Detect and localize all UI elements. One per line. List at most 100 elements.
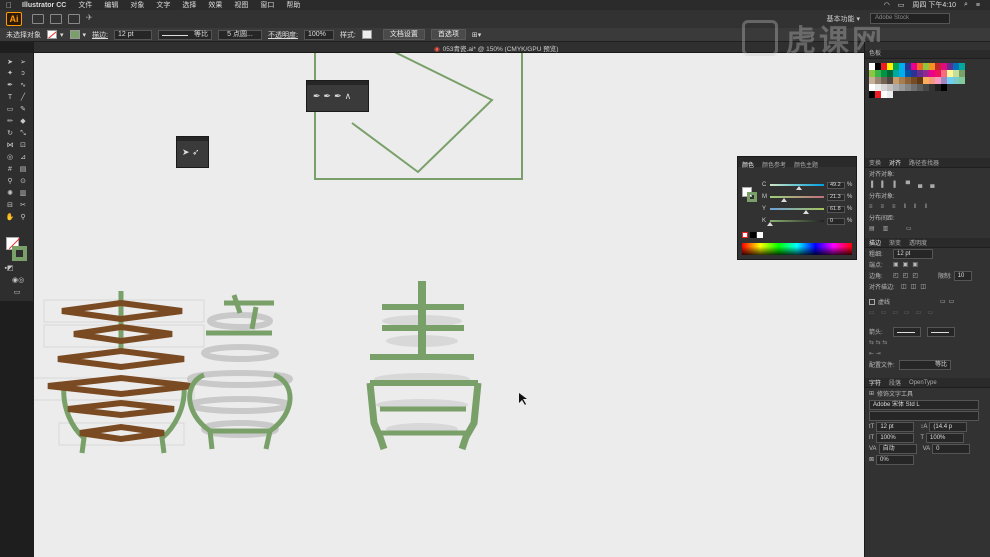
slider-yellow[interactable]: Y 61.8% <box>762 205 854 214</box>
drawing-mode-icon[interactable]: ◉◎ <box>12 277 24 285</box>
stroke-swatch[interactable] <box>69 30 80 39</box>
white-color-icon[interactable] <box>757 232 763 238</box>
artboard-canvas[interactable] <box>34 53 864 557</box>
distribute-objects-buttons[interactable]: ≡≡≡‖‖‖ <box>865 201 990 212</box>
limit-field[interactable]: 10 <box>953 270 972 281</box>
clock[interactable]: 周四 下午4:10 <box>912 0 956 10</box>
yellow-thumb[interactable] <box>803 210 809 214</box>
tab-gradient[interactable]: 渐变 <box>885 238 905 247</box>
black-thumb[interactable] <box>767 222 773 226</box>
align-objects-buttons[interactable]: ▐▌▌▀▄▄ <box>865 179 990 190</box>
magenta-thumb[interactable] <box>781 198 787 202</box>
arrow-end-select[interactable] <box>927 326 955 337</box>
stroke-label[interactable]: 描边: <box>92 30 108 40</box>
gradient-icon[interactable]: ▤ <box>18 166 28 174</box>
artboard-icon[interactable]: ⊟ <box>5 202 15 210</box>
slice-icon[interactable]: ✂ <box>18 202 28 210</box>
menu-list-icon[interactable]: ≡ <box>976 2 980 9</box>
perspective-icon[interactable]: ⊿ <box>18 154 28 162</box>
apple-icon[interactable]:  <box>6 1 12 10</box>
opacity-label[interactable]: 不透明度: <box>268 30 298 40</box>
tab-paragraph[interactable]: 段落 <box>885 378 905 387</box>
weight-field[interactable]: 12 pt <box>893 248 933 259</box>
tab-align[interactable]: 对齐 <box>885 158 905 167</box>
wifi-icon[interactable]: ◠ <box>884 1 890 9</box>
leading-field[interactable]: (14.4 p <box>929 421 968 432</box>
yellow-value[interactable]: 61.8 <box>827 205 845 213</box>
curvature-icon[interactable]: ∿ <box>18 82 28 90</box>
tab-opentype[interactable]: OpenType <box>905 380 941 386</box>
fill-swatch[interactable] <box>47 30 57 39</box>
menu-window[interactable]: 窗口 <box>260 0 274 10</box>
style-swatch[interactable] <box>361 30 372 39</box>
black-value[interactable]: 0 <box>827 217 845 225</box>
menu-effect[interactable]: 效果 <box>208 0 222 10</box>
horizontal-scale-field[interactable]: 100% <box>926 432 965 443</box>
scale-icon[interactable]: ⤡ <box>18 130 28 138</box>
arrow-scale-row[interactable]: ⇆ ⇆ ⇆ <box>865 337 990 348</box>
cyan-thumb[interactable] <box>796 186 802 190</box>
font-style-select[interactable] <box>869 410 979 421</box>
pen-tools-flyout[interactable]: ✒✒✒∧ <box>306 80 369 112</box>
align-stroke-buttons[interactable]: ◫◫◫ <box>901 283 930 290</box>
menu-select[interactable]: 选择 <box>182 0 196 10</box>
gpu-icon[interactable]: ✈ <box>86 14 98 24</box>
swatches-title[interactable]: 色板 <box>869 51 881 57</box>
rectangle-tool-icon[interactable]: ▭ <box>5 106 15 114</box>
menu-edit[interactable]: 编辑 <box>104 0 118 10</box>
spotlight-icon[interactable]: ⌕ <box>964 1 968 9</box>
magic-wand-icon[interactable]: ✦ <box>5 70 15 78</box>
direct-select-flyout[interactable]: ➤ ➶ <box>176 136 209 168</box>
color-spectrum[interactable] <box>742 243 852 255</box>
close-tab-icon[interactable]: ◉ <box>434 46 440 53</box>
tab-pathfinder[interactable]: 路径查找器 <box>905 158 943 167</box>
corner-buttons[interactable]: ◰◰◰ <box>893 272 922 279</box>
touch-type-row[interactable]: ⊞ 修饰文字工具 <box>865 388 990 399</box>
black-track[interactable] <box>767 220 824 226</box>
magenta-value[interactable]: 21.3 <box>827 193 845 201</box>
menu-view[interactable]: 视图 <box>234 0 248 10</box>
glyph-one[interactable] <box>34 291 205 454</box>
selection-tool-icon[interactable]: ➤ <box>5 59 15 67</box>
eyedropper-icon[interactable]: ⚲ <box>5 178 15 186</box>
stroke-profile-select[interactable]: 等比 <box>899 359 951 370</box>
layout-icon[interactable] <box>32 14 44 24</box>
screen-mode-icon[interactable]: ▭ <box>12 289 22 297</box>
shape-builder-icon[interactable]: ◎ <box>5 154 15 162</box>
yellow-track[interactable] <box>770 208 824 214</box>
dash-align-buttons[interactable]: ▭▭ <box>940 298 957 305</box>
graph-icon[interactable]: ▥ <box>18 190 28 198</box>
kerning-field[interactable]: 自动 <box>878 443 917 454</box>
direct-selection-tool-icon[interactable]: ➢ <box>18 59 28 67</box>
arrange-documents-icon[interactable]: ⊞▾ <box>472 31 481 39</box>
slider-magenta[interactable]: M 21.3% <box>762 193 854 202</box>
hand-icon[interactable]: ✋ <box>5 214 15 222</box>
menu-help[interactable]: 帮助 <box>286 0 300 10</box>
select-tools-icon[interactable]: ➤ ➶ <box>177 141 208 158</box>
menu-type[interactable]: 文字 <box>156 0 170 10</box>
tab-transparency[interactable]: 透明度 <box>905 238 931 247</box>
preferences-button[interactable]: 首选项 <box>430 29 466 40</box>
pen-tool-icon[interactable]: ✒ <box>5 82 15 90</box>
stroke-weight-field[interactable]: 12 pt <box>113 29 152 40</box>
cyan-track[interactable] <box>770 184 824 190</box>
pencil-icon[interactable]: ✏ <box>5 118 15 126</box>
tab-color[interactable]: 颜色 <box>738 160 758 169</box>
width-tool-icon[interactable]: ⋈ <box>5 142 15 150</box>
zoom-icon[interactable]: ⚲ <box>18 214 28 222</box>
stroke-dropdown-icon[interactable]: ▾ <box>83 31 87 39</box>
swatches-grid[interactable] <box>869 63 990 98</box>
color-mode-icon[interactable]: ▪◩ <box>4 265 14 273</box>
color-stroke-icon[interactable] <box>747 192 757 202</box>
font-size-field[interactable]: 12 pt <box>876 421 915 432</box>
opacity-field[interactable]: 100% <box>303 29 334 40</box>
paintbrush-icon[interactable]: ✎ <box>18 106 28 114</box>
stroke-color-box[interactable] <box>12 246 27 261</box>
menu-file[interactable]: 文件 <box>78 0 92 10</box>
battery-icon[interactable]: ▭ <box>898 1 905 9</box>
glyph-two[interactable] <box>187 294 293 450</box>
symbol-sprayer-icon[interactable]: ✺ <box>5 190 15 198</box>
brush-definition[interactable]: 5 点圆... <box>217 29 262 40</box>
tab-color-guide[interactable]: 颜色参考 <box>758 160 790 169</box>
arrow-align-row[interactable]: ⇤ ⇥ <box>865 348 990 359</box>
